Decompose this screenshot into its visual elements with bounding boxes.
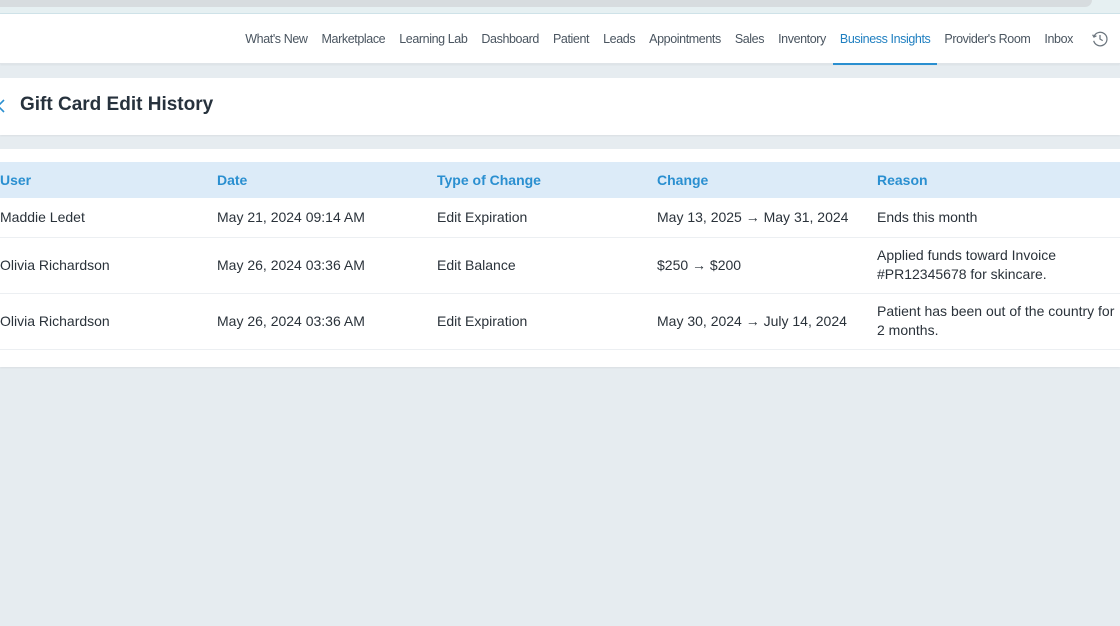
page-header: Gift Card Edit History: [0, 78, 1120, 135]
nav-item-dashboard[interactable]: Dashboard: [474, 14, 546, 64]
nav-item-business-insights[interactable]: Business Insights: [832, 14, 938, 65]
nav-item-sales[interactable]: Sales: [728, 14, 771, 64]
cell-type-of-change: Edit Balance: [437, 257, 516, 273]
cell-reason: Ends this month: [877, 209, 978, 225]
cell-date: May 26, 2024 03:36 AM: [217, 313, 365, 329]
cell-reason: Applied funds toward Invoice #PR12345678…: [877, 247, 1056, 282]
top-bar: [0, 0, 1092, 7]
nav-item-patient[interactable]: Patient: [546, 14, 596, 64]
cell-user: Olivia Richardson: [0, 313, 110, 329]
table-row: Maddie Ledet May 21, 2024 09:14 AM Edit …: [0, 198, 1120, 238]
nav-item-appointments[interactable]: Appointments: [642, 14, 728, 64]
cell-user: Maddie Ledet: [0, 209, 85, 225]
table-row: Olivia Richardson May 26, 2024 03:36 AM …: [0, 294, 1120, 350]
cell-date: May 26, 2024 03:36 AM: [217, 257, 365, 273]
cell-type-of-change: Edit Expiration: [437, 209, 528, 225]
table-header: User Date Type of Change Change Reason: [0, 162, 1120, 198]
cell-change: May 30, 2024 → July 14, 2024: [657, 313, 847, 329]
cell-change: May 13, 2025 → May 31, 2024: [657, 209, 849, 225]
column-header-type-of-change[interactable]: Type of Change: [437, 172, 541, 188]
column-header-date[interactable]: Date: [217, 172, 247, 188]
cell-user: Olivia Richardson: [0, 257, 110, 273]
column-header-user[interactable]: User: [0, 172, 31, 188]
chevron-left-icon: [0, 99, 5, 113]
cell-date: May 21, 2024 09:14 AM: [217, 209, 365, 225]
browser-top-strip: [0, 0, 1120, 14]
top-navbar: What's New Marketplace Learning Lab Dash…: [0, 14, 1120, 65]
nav-item-leads[interactable]: Leads: [596, 14, 642, 64]
cell-reason: Patient has been out of the country for …: [877, 303, 1115, 338]
clock-history-icon: [1092, 31, 1108, 47]
column-header-reason[interactable]: Reason: [877, 172, 1120, 188]
history-table: User Date Type of Change Change Reason M…: [0, 149, 1120, 367]
cell-change: $250 → $200: [657, 257, 742, 273]
nav-item-marketplace[interactable]: Marketplace: [315, 14, 393, 64]
column-header-change[interactable]: Change: [657, 172, 708, 188]
nav-item-learning-lab[interactable]: Learning Lab: [392, 14, 474, 64]
cell-type-of-change: Edit Expiration: [437, 313, 528, 329]
back-button[interactable]: [0, 97, 10, 115]
nav-items: What's New Marketplace Learning Lab Dash…: [238, 14, 1120, 65]
nav-item-inventory[interactable]: Inventory: [771, 14, 833, 64]
nav-item-whats-new[interactable]: What's New: [238, 14, 314, 64]
nav-item-providers-room[interactable]: Provider's Room: [937, 14, 1037, 64]
nav-item-inbox[interactable]: Inbox: [1037, 14, 1080, 64]
history-button[interactable]: [1080, 14, 1120, 64]
page-title: Gift Card Edit History: [20, 94, 214, 115]
table-row: Olivia Richardson May 26, 2024 03:36 AM …: [0, 238, 1120, 294]
